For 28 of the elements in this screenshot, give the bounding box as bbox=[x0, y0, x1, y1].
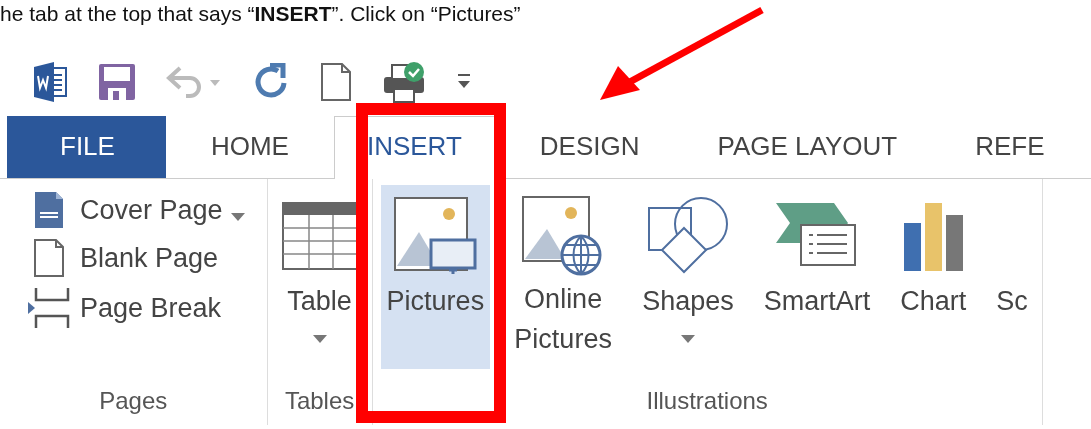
caret-icon[interactable] bbox=[680, 335, 695, 343]
ribbon-button[interactable]: Shapes bbox=[636, 185, 740, 369]
save-icon[interactable] bbox=[98, 63, 136, 101]
page-break-icon bbox=[27, 287, 71, 329]
ribbon-button[interactable]: Page Break bbox=[26, 287, 245, 329]
group-label: Tables bbox=[283, 387, 356, 416]
caret-icon[interactable] bbox=[230, 213, 245, 221]
blank-page-icon bbox=[34, 239, 64, 277]
word-logo-icon[interactable] bbox=[34, 62, 68, 102]
ribbon-button[interactable]: Sc bbox=[990, 185, 1034, 369]
instruction-text: he tab at the top that says “INSERT”. Click on “Pictures” bbox=[0, 1, 522, 27]
bar-chart-icon bbox=[902, 201, 965, 273]
ribbon-button[interactable]: Blank Page bbox=[26, 239, 245, 277]
table-icon bbox=[281, 202, 358, 272]
group-label: Pages bbox=[98, 387, 169, 416]
ribbon-button[interactable]: Cover Page bbox=[26, 191, 245, 229]
cover-page-icon bbox=[34, 191, 64, 229]
ribbon-button[interactable]: Chart bbox=[894, 185, 973, 369]
ribbon-button[interactable]: Pictures bbox=[380, 185, 491, 369]
caret-icon[interactable] bbox=[312, 335, 327, 343]
ribbon-button[interactable]: Online Pictures bbox=[508, 185, 619, 369]
printer-icon[interactable] bbox=[382, 61, 426, 103]
ribbon-tab[interactable]: FILE bbox=[7, 116, 166, 178]
ribbon-button[interactable]: SmartArt bbox=[757, 185, 877, 369]
ribbon-tab[interactable]: INSERT bbox=[333, 116, 495, 179]
document-icon[interactable] bbox=[320, 62, 352, 102]
ribbon-button[interactable]: Table bbox=[275, 185, 364, 369]
group-label: Illustrations bbox=[645, 387, 769, 416]
